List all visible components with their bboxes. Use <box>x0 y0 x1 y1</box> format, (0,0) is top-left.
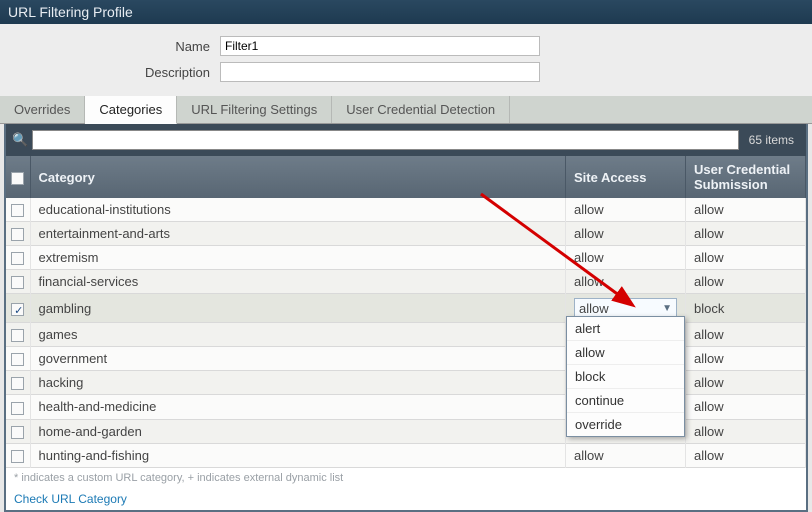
tab-url-filtering-settings[interactable]: URL Filtering Settings <box>177 96 332 123</box>
dropdown-item[interactable]: block <box>567 365 684 389</box>
credential-cell[interactable]: allow <box>686 323 806 347</box>
description-field[interactable] <box>220 62 540 82</box>
credential-cell[interactable]: allow <box>686 419 806 443</box>
row-checkbox[interactable] <box>6 371 30 395</box>
table-row[interactable]: games allow <box>6 323 806 347</box>
credential-cell[interactable]: allow <box>686 443 806 467</box>
description-label: Description <box>140 65 220 80</box>
search-bar: 🔍 65 items <box>6 124 806 156</box>
search-icon: 🔍 <box>12 132 28 148</box>
header-category[interactable]: Category <box>30 156 566 198</box>
site-access-cell[interactable]: allow <box>566 443 686 467</box>
row-checkbox[interactable] <box>6 246 30 270</box>
dropdown-item[interactable]: continue <box>567 389 684 413</box>
category-cell: extremism <box>30 246 566 270</box>
category-cell: entertainment-and-arts <box>30 222 566 246</box>
table-row[interactable]: government allow <box>6 347 806 371</box>
row-checkbox[interactable] <box>6 198 30 222</box>
name-label: Name <box>140 39 220 54</box>
dropdown-item[interactable]: allow <box>567 341 684 365</box>
table-row[interactable]: home-and-garden allow <box>6 419 806 443</box>
credential-cell[interactable]: allow <box>686 347 806 371</box>
categories-table: Category Site Access User Credential Sub… <box>6 156 806 468</box>
table-row[interactable]: financial-servicesallowallow <box>6 270 806 294</box>
table-row[interactable]: entertainment-and-artsallowallow <box>6 222 806 246</box>
category-cell: educational-institutions <box>30 198 566 222</box>
category-cell: hacking <box>30 371 566 395</box>
profile-form: Name Description <box>0 24 812 96</box>
site-access-cell[interactable]: allow <box>566 246 686 270</box>
header-checkbox[interactable] <box>6 156 30 198</box>
credential-cell[interactable]: allow <box>686 395 806 419</box>
credential-cell[interactable]: allow <box>686 222 806 246</box>
category-cell: health-and-medicine <box>30 395 566 419</box>
header-site-access[interactable]: Site Access <box>566 156 686 198</box>
tab-user-credential-detection[interactable]: User Credential Detection <box>332 96 510 123</box>
row-checkbox[interactable] <box>6 443 30 467</box>
table-row[interactable]: extremismallowallow <box>6 246 806 270</box>
credential-cell[interactable]: allow <box>686 198 806 222</box>
site-access-dropdown[interactable]: allow▼ <box>574 298 677 318</box>
chevron-down-icon: ▼ <box>662 303 672 314</box>
category-cell: hunting-and-fishing <box>30 443 566 467</box>
tab-categories[interactable]: Categories <box>85 96 177 124</box>
row-checkbox[interactable] <box>6 323 30 347</box>
footer-note: * indicates a custom URL category, + ind… <box>6 468 806 488</box>
tab-overrides[interactable]: Overrides <box>0 96 85 123</box>
header-credential[interactable]: User Credential Submission <box>686 156 806 198</box>
row-checkbox[interactable] <box>6 395 30 419</box>
category-cell: games <box>30 323 566 347</box>
dropdown-item[interactable]: alert <box>567 317 684 341</box>
credential-cell[interactable]: allow <box>686 246 806 270</box>
tabs: Overrides Categories URL Filtering Setti… <box>0 96 812 124</box>
table-row[interactable]: hunting-and-fishingallowallow <box>6 443 806 467</box>
name-field[interactable] <box>220 36 540 56</box>
site-access-cell[interactable]: allow <box>566 198 686 222</box>
site-access-cell[interactable]: allow▼alertallowblockcontinueoverride <box>566 294 686 323</box>
credential-cell[interactable]: block <box>686 294 806 323</box>
window-title: URL Filtering Profile <box>0 0 812 24</box>
categories-panel: 🔍 65 items Category Site Access User Cre… <box>4 124 808 512</box>
dropdown-item[interactable]: override <box>567 413 684 436</box>
table-row[interactable]: educational-institutionsallowallow <box>6 198 806 222</box>
category-cell: government <box>30 347 566 371</box>
search-input[interactable] <box>32 130 739 150</box>
site-access-cell[interactable]: allow <box>566 222 686 246</box>
row-checkbox[interactable] <box>6 419 30 443</box>
items-count: 65 items <box>743 133 800 147</box>
site-access-cell[interactable]: allow <box>566 270 686 294</box>
table-row[interactable]: gamblingallow▼alertallowblockcontinueove… <box>6 294 806 323</box>
row-checkbox[interactable] <box>6 222 30 246</box>
category-cell: home-and-garden <box>30 419 566 443</box>
row-checkbox[interactable] <box>6 270 30 294</box>
check-url-category-link[interactable]: Check URL Category <box>6 488 806 510</box>
site-access-dropdown-menu: alertallowblockcontinueoverride <box>566 316 685 437</box>
category-cell: gambling <box>30 294 566 323</box>
row-checkbox[interactable] <box>6 294 30 323</box>
row-checkbox[interactable] <box>6 347 30 371</box>
table-row[interactable]: hacking allow <box>6 371 806 395</box>
category-cell: financial-services <box>30 270 566 294</box>
table-row[interactable]: health-and-medicine allow <box>6 395 806 419</box>
credential-cell[interactable]: allow <box>686 270 806 294</box>
credential-cell[interactable]: allow <box>686 371 806 395</box>
